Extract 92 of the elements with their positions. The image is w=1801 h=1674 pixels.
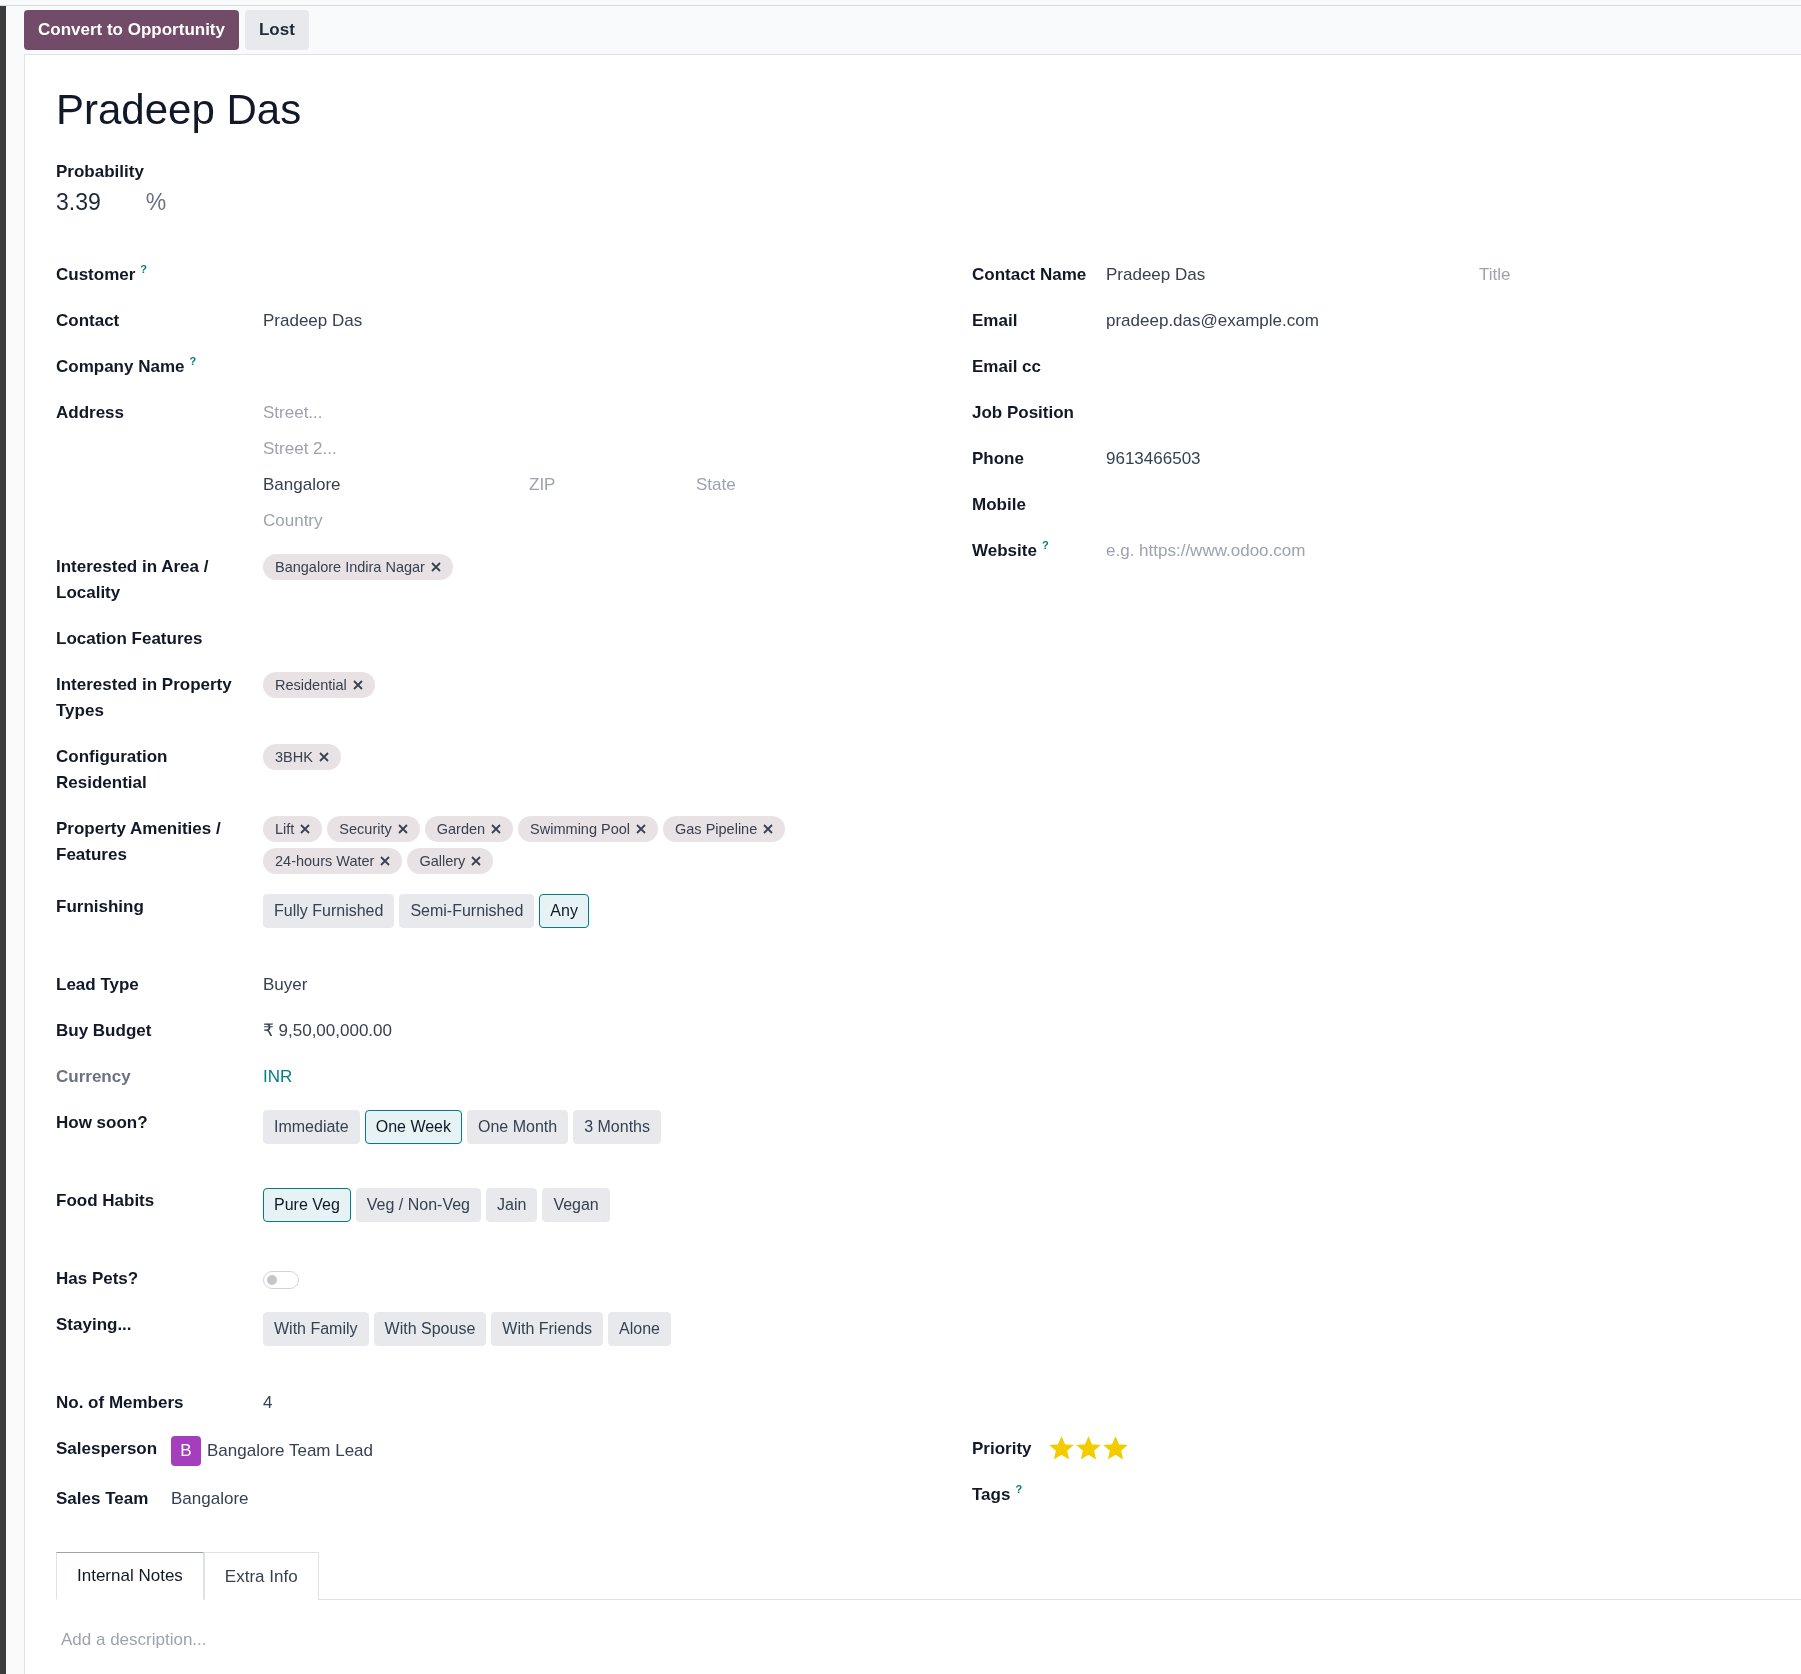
option-button[interactable]: Fully Furnished: [263, 894, 395, 928]
field-label: Buy Budget: [56, 1020, 152, 1042]
field-label: No. of Members: [56, 1392, 184, 1414]
tag-label: Gallery: [419, 852, 466, 871]
field-label: Probability: [56, 162, 144, 181]
tag-label: 24-hours Water: [275, 852, 375, 871]
remove-icon[interactable]: [636, 824, 647, 834]
help-mark[interactable]: ?: [189, 354, 197, 368]
field-label: Job Position: [972, 402, 1074, 424]
option-button[interactable]: With Friends: [491, 1312, 604, 1346]
city-field[interactable]: Bangalore: [263, 472, 529, 498]
option-button[interactable]: Jain: [486, 1188, 538, 1222]
field-label: Tags: [972, 1484, 1011, 1506]
field-value: 4: [263, 1392, 274, 1414]
tag-label: Gas Pipeline: [675, 820, 758, 839]
option-button[interactable]: Alone: [608, 1312, 671, 1346]
remove-icon[interactable]: [380, 856, 391, 866]
tag-label: Lift: [275, 820, 295, 839]
field-label: Company Name: [56, 356, 185, 378]
remove-icon[interactable]: [430, 562, 441, 572]
field-label: Food Habits: [56, 1190, 155, 1212]
toggle-switch[interactable]: [263, 1271, 299, 1289]
field-label: Contact: [56, 310, 120, 332]
option-button[interactable]: One Month: [467, 1110, 569, 1144]
field-label: Contact Name: [972, 264, 1087, 286]
field-value: Pradeep Das: [263, 310, 364, 332]
field-label: Phone: [972, 448, 1024, 470]
lost-button[interactable]: Lost: [245, 9, 309, 50]
field-label: Lead Type: [56, 974, 139, 996]
field-label: How soon?: [56, 1112, 148, 1134]
star-icon[interactable]: [1103, 1436, 1128, 1461]
field-label: Configuration Residential: [56, 746, 169, 794]
probability-value[interactable]: 3.39: [56, 189, 101, 216]
star-icon[interactable]: [1076, 1436, 1101, 1461]
option-button[interactable]: 3 Months: [573, 1110, 661, 1144]
remove-icon[interactable]: [300, 824, 311, 834]
help-mark[interactable]: ?: [140, 262, 148, 276]
field-label: Interested in Area / Locality: [56, 556, 210, 604]
remove-icon[interactable]: [471, 856, 482, 866]
star-icon[interactable]: [1049, 1436, 1074, 1461]
field-label: Salesperson: [56, 1438, 158, 1460]
option-button[interactable]: Veg / Non-Veg: [355, 1188, 481, 1222]
avatar: B: [171, 1436, 201, 1466]
tab[interactable]: Extra Info: [203, 1552, 319, 1600]
option-button[interactable]: With Family: [263, 1312, 369, 1346]
help-mark[interactable]: ?: [1041, 538, 1049, 552]
option-button[interactable]: Vegan: [542, 1188, 610, 1222]
field-label: Address: [56, 402, 125, 424]
field-label: Location Features: [56, 628, 203, 650]
tag-label: Security: [339, 820, 392, 839]
remove-icon[interactable]: [318, 752, 329, 762]
field-label: Priority: [972, 1438, 1032, 1460]
currency-link[interactable]: INR: [263, 1064, 946, 1090]
tag-label: Bangalore Indira Nagar: [275, 558, 425, 577]
field-label: Staying...: [56, 1314, 132, 1336]
percent-sign: %: [145, 189, 167, 216]
option-button[interactable]: Any: [539, 894, 589, 928]
tag-label: Residential: [275, 676, 347, 695]
option-button[interactable]: One Week: [364, 1110, 462, 1144]
field-label: Customer: [56, 264, 136, 286]
option-button[interactable]: Semi-Furnished: [399, 894, 535, 928]
option-button[interactable]: Immediate: [263, 1110, 360, 1144]
tag-label: 3BHK: [275, 748, 313, 767]
field-value: ₹ 9,50,00,000.00: [263, 1020, 393, 1042]
help-mark[interactable]: ?: [1015, 1482, 1023, 1496]
option-button[interactable]: With Spouse: [373, 1312, 487, 1346]
field-label: Currency: [56, 1066, 131, 1088]
remove-icon[interactable]: [352, 680, 363, 690]
tag-label: Garden: [436, 820, 486, 839]
field-value: Bangalore Team Lead: [207, 1440, 374, 1462]
field-value: Pradeep Das: [1106, 264, 1207, 286]
field-label: Email: [972, 310, 1018, 332]
field-value: Bangalore: [171, 1488, 250, 1510]
field-label: Furnishing: [56, 896, 144, 918]
lead-title: Pradeep Das: [56, 84, 303, 135]
field-label: Sales Team: [56, 1488, 149, 1510]
convert-button[interactable]: Convert to Opportunity: [24, 9, 239, 50]
tab[interactable]: Internal Notes: [56, 1552, 204, 1600]
remove-icon[interactable]: [397, 824, 408, 834]
remove-icon[interactable]: [491, 824, 502, 834]
field-label: Website: [972, 540, 1037, 562]
field-label: Mobile: [972, 494, 1026, 516]
field-label: Interested in Property Types: [56, 674, 233, 722]
remove-icon[interactable]: [763, 824, 774, 834]
field-label: Email cc: [972, 356, 1041, 378]
field-value: Buyer: [263, 974, 309, 996]
field-value: pradeep.das@example.com: [1106, 310, 1320, 332]
field-label: Property Amenities / Features: [56, 818, 222, 866]
field-label: Has Pets?: [56, 1268, 139, 1290]
tag-label: Swimming Pool: [530, 820, 631, 839]
field-value: 9613466503: [1106, 448, 1202, 470]
option-button[interactable]: Pure Veg: [263, 1188, 351, 1222]
